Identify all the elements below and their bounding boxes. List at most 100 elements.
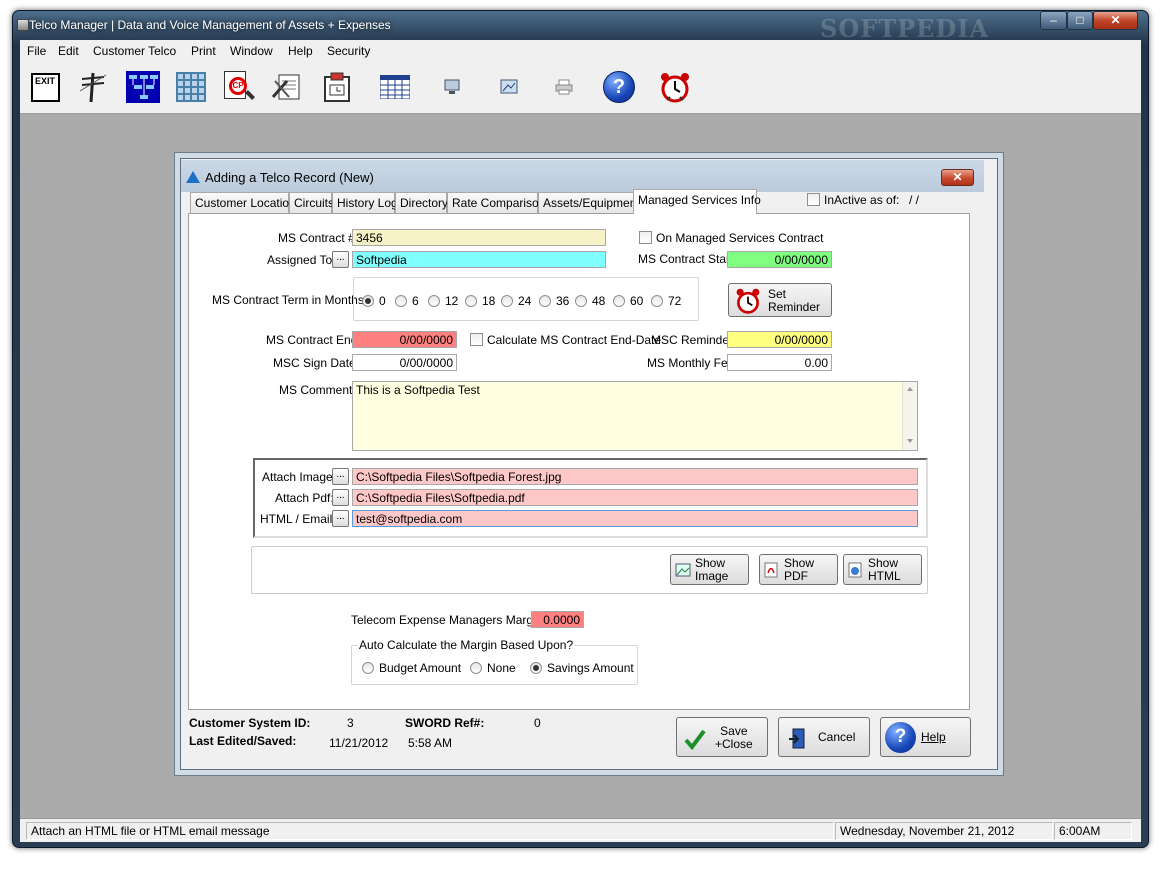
maximize-button[interactable]: □: [1067, 11, 1093, 30]
comments-scrollbar[interactable]: [902, 382, 917, 450]
assigned-to-browse-button[interactable]: ...: [332, 251, 349, 268]
attach-image-field[interactable]: C:\Softpedia Files\Softpedia Forest.jpg: [352, 468, 918, 485]
menu-bar: File Edit Customer Telco Print Window He…: [20, 40, 1141, 62]
on-managed-checkbox[interactable]: [639, 231, 652, 244]
contract-end-field[interactable]: 0/00/0000: [352, 331, 457, 348]
telephone-pole-icon[interactable]: [76, 70, 110, 104]
html-email-browse-button[interactable]: ...: [332, 510, 349, 527]
term-option-12: 12: [445, 294, 459, 308]
scroll-down-icon[interactable]: [907, 439, 913, 443]
app-icon: [17, 19, 29, 31]
term-option-0: 0: [379, 294, 386, 308]
alarm-clock-icon[interactable]: [658, 70, 692, 104]
auto-calc-label: Auto Calculate the Margin Based Upon?: [357, 638, 576, 652]
set-reminder-label: Set Reminder: [768, 287, 821, 314]
menu-edit[interactable]: Edit: [58, 44, 79, 58]
margin-field[interactable]: 0.0000: [531, 611, 584, 628]
dialog-close-button[interactable]: ✕: [941, 169, 974, 186]
term-radio-6[interactable]: [395, 295, 407, 307]
inactive-checkbox[interactable]: [807, 193, 820, 206]
last-edited-time: 5:58 AM: [408, 736, 453, 750]
show-image-label: Show Image: [695, 556, 729, 583]
none-label: None: [487, 661, 516, 675]
tab-history-log[interactable]: History Log: [332, 192, 398, 213]
exit-icon[interactable]: EXIT: [28, 70, 62, 104]
menu-security[interactable]: Security: [327, 44, 370, 58]
watermark: SOFTPEDIA: [820, 14, 990, 43]
savings-radio[interactable]: [530, 662, 542, 674]
none-radio[interactable]: [470, 662, 482, 674]
comments-field[interactable]: This is a Softpedia Test: [352, 381, 918, 451]
show-pdf-button[interactable]: Show PDF: [759, 554, 838, 585]
close-button[interactable]: ✕: [1093, 11, 1138, 30]
term-radio-18[interactable]: [465, 295, 477, 307]
menu-window[interactable]: Window: [230, 44, 273, 58]
menu-file[interactable]: File: [27, 44, 46, 58]
network-diagram-icon[interactable]: [126, 70, 160, 104]
status-date: Wednesday, November 21, 2012: [835, 822, 1053, 840]
tools-document-icon[interactable]: [270, 70, 304, 104]
term-option-48: 48: [592, 294, 606, 308]
menu-print[interactable]: Print: [191, 44, 216, 58]
tab-assets-equipment[interactable]: Assets/Equipment: [538, 192, 640, 213]
tab-circuits[interactable]: Circuits: [289, 192, 334, 213]
attach-pdf-field[interactable]: C:\Softpedia Files\Softpedia.pdf: [352, 489, 918, 506]
scroll-up-icon[interactable]: [907, 387, 913, 391]
term-radio-48[interactable]: [575, 295, 587, 307]
msc-sign-field[interactable]: 0/00/0000: [352, 354, 457, 371]
show-html-button[interactable]: Show HTML: [843, 554, 922, 585]
term-radio-12[interactable]: [428, 295, 440, 307]
tab-rate-comparison[interactable]: Rate Comparison: [447, 192, 545, 213]
inactive-label: InActive as of:: [824, 193, 900, 207]
attach-pdf-browse-button[interactable]: ...: [332, 489, 349, 506]
msc-reminder-field[interactable]: 0/00/0000: [727, 331, 832, 348]
ms-contract-field[interactable]: 3456: [352, 229, 606, 246]
cp-search-icon[interactable]: CP: [222, 70, 256, 104]
term-radio-72[interactable]: [651, 295, 663, 307]
sword-value: 0: [534, 716, 541, 730]
budget-radio[interactable]: [362, 662, 374, 674]
calc-end-checkbox[interactable]: [470, 333, 483, 346]
window-title: Telco Manager | Data and Voice Managemen…: [29, 18, 391, 32]
term-radio-0[interactable]: [362, 295, 374, 307]
msc-reminder-label: MSC Reminder:: [651, 333, 737, 347]
term-radio-24[interactable]: [501, 295, 513, 307]
minimize-button[interactable]: –: [1040, 11, 1067, 30]
attach-image-browse-button[interactable]: ...: [332, 468, 349, 485]
calendar-clipboard-icon[interactable]: [320, 70, 354, 104]
computer-icon[interactable]: [436, 70, 470, 104]
show-image-button[interactable]: Show Image: [670, 554, 749, 585]
cancel-button[interactable]: Cancel: [778, 717, 870, 757]
help-icon: ?: [885, 722, 916, 753]
inactive-date[interactable]: / /: [909, 193, 919, 207]
monthly-fee-label: MS Monthly Fee:: [647, 356, 738, 370]
contract-start-field[interactable]: 0/00/0000: [727, 251, 832, 268]
help-icon[interactable]: ?: [602, 70, 636, 104]
calc-end-label: Calculate MS Contract End-Date: [487, 333, 662, 347]
toolbar: EXIT CP ?: [20, 62, 1141, 114]
set-reminder-button[interactable]: Set Reminder: [728, 283, 832, 317]
term-radio-60[interactable]: [613, 295, 625, 307]
help-button[interactable]: ? Help: [880, 717, 971, 757]
status-time: 6:00AM: [1054, 822, 1132, 840]
contract-end-label: MS Contract End:: [266, 333, 361, 347]
printer-icon[interactable]: [547, 70, 581, 104]
monthly-fee-field[interactable]: 0.00: [727, 354, 832, 371]
tab-customer-location[interactable]: Customer Location: [190, 192, 296, 213]
grid-icon[interactable]: [174, 70, 208, 104]
menu-customer-telco[interactable]: Customer Telco: [93, 44, 176, 58]
save-close-button[interactable]: Save +Close: [676, 717, 768, 757]
menu-help[interactable]: Help: [288, 44, 313, 58]
network-icon[interactable]: [492, 70, 526, 104]
spreadsheet-icon[interactable]: [378, 70, 412, 104]
assigned-to-field[interactable]: Softpedia: [352, 251, 606, 268]
tab-directory[interactable]: Directory: [395, 192, 448, 213]
term-option-24: 24: [518, 294, 532, 308]
tab-managed-services-info[interactable]: Managed Services Info: [633, 189, 761, 214]
contract-start-label: MS Contract Start:: [638, 252, 737, 266]
last-edited-date: 11/21/2012: [329, 736, 389, 750]
html-email-field[interactable]: test@softpedia.com: [352, 510, 918, 527]
term-radio-36[interactable]: [539, 295, 551, 307]
html-email-label: HTML / Email:: [260, 512, 336, 526]
term-option-36: 36: [556, 294, 570, 308]
